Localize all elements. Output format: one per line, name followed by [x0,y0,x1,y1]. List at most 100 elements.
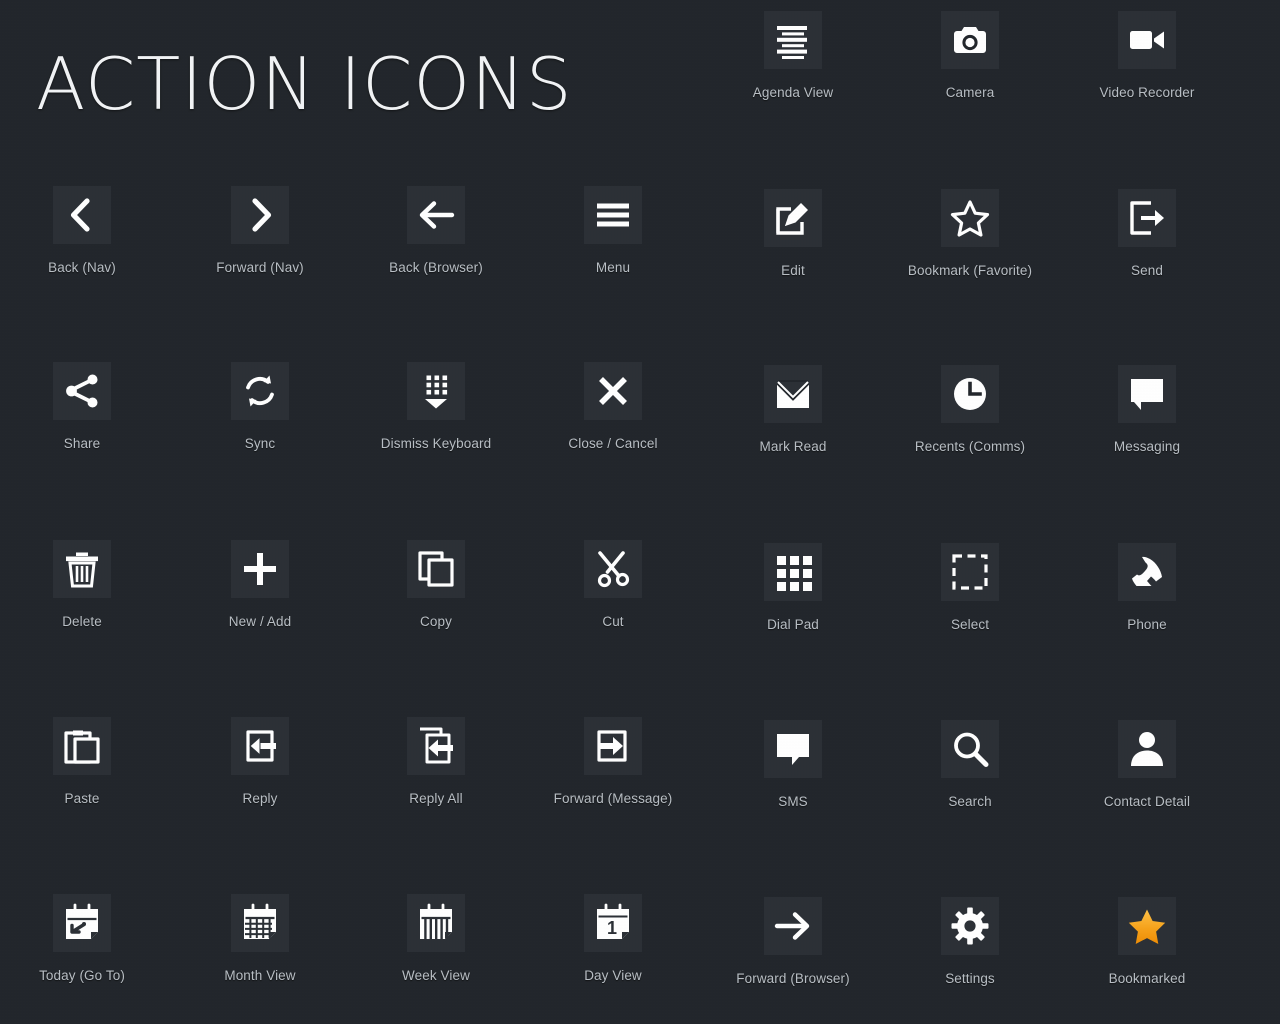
agenda-icon[interactable] [764,11,822,69]
icon-cell-menu[interactable]: Menu [538,186,688,275]
icon-cell-agenda-view[interactable]: Agenda View [718,11,868,100]
phone-icon[interactable] [1118,543,1176,601]
icon-label: SMS [778,794,808,809]
chat-left-icon[interactable] [764,720,822,778]
icon-cell-bookmark-favorite[interactable]: Bookmark (Favorite) [895,189,1045,278]
icon-cell-recents-comms[interactable]: Recents (Comms) [895,365,1045,454]
icon-cell-share[interactable]: Share [7,362,157,451]
video-icon[interactable] [1118,11,1176,69]
icon-cell-forward-message[interactable]: Forward (Message) [538,717,688,806]
icon-label: Bookmarked [1108,971,1186,986]
icon-label: Send [1131,263,1163,278]
icon-cell-messaging[interactable]: Messaging [1072,365,1222,454]
icon-label: Contact Detail [1103,794,1191,809]
icon-label: Reply [242,791,278,806]
icon-cell-back-nav[interactable]: Back (Nav) [7,186,157,275]
icon-cell-month-view[interactable]: Month View [185,894,335,983]
icon-cell-edit[interactable]: Edit [718,189,868,278]
copy-icon[interactable] [407,540,465,598]
icon-cell-select[interactable]: Select [895,543,1045,632]
icon-cell-contact-detail[interactable]: Contact Detail [1072,720,1222,809]
close-icon[interactable] [584,362,642,420]
reply-all-icon[interactable] [407,717,465,775]
share-icon[interactable] [53,362,111,420]
icon-label: Sync [244,436,276,451]
icon-cell-mark-read[interactable]: Mark Read [718,365,868,454]
star-filled-icon[interactable] [1118,897,1176,955]
icon-label: Edit [781,263,805,278]
icon-cell-reply[interactable]: Reply [185,717,335,806]
icon-label: Delete [62,614,102,629]
gear-icon[interactable] [941,897,999,955]
dialpad-icon[interactable] [764,543,822,601]
icon-label: Month View [224,968,296,983]
icon-cell-sync[interactable]: Sync [185,362,335,451]
icon-label: Back (Nav) [48,260,116,275]
icon-cell-delete[interactable]: Delete [7,540,157,629]
arrow-right-icon[interactable] [764,897,822,955]
icon-cell-reply-all[interactable]: Reply All [361,717,511,806]
icon-label: Bookmark (Favorite) [907,263,1033,278]
icon-cell-forward-nav[interactable]: Forward (Nav) [185,186,335,275]
chevron-right-icon[interactable] [231,186,289,244]
icon-cell-back-browser[interactable]: Back (Browser) [361,186,511,275]
plus-icon[interactable] [231,540,289,598]
icon-cell-new-add[interactable]: New / Add [185,540,335,629]
forward-msg-icon[interactable] [584,717,642,775]
icon-label: Copy [420,614,452,629]
select-icon[interactable] [941,543,999,601]
icon-cell-dismiss-keyboard[interactable]: Dismiss Keyboard [361,362,511,451]
icon-label: Dismiss Keyboard [380,436,492,451]
search-icon[interactable] [941,720,999,778]
icon-label: Paste [64,791,100,806]
star-outline-icon[interactable] [941,189,999,247]
icon-cell-cut[interactable]: Cut [538,540,688,629]
send-icon[interactable] [1118,189,1176,247]
icon-cell-video-recorder[interactable]: Video Recorder [1072,11,1222,100]
icon-label: Mark Read [759,439,827,454]
icon-label: Select [950,617,990,632]
edit-icon[interactable] [764,189,822,247]
icon-label: Agenda View [752,85,834,100]
dismiss-kbd-icon[interactable] [407,362,465,420]
icon-cell-search[interactable]: Search [895,720,1045,809]
icon-cell-today-go-to[interactable]: Today (Go To) [7,894,157,983]
icon-cell-send[interactable]: Send [1072,189,1222,278]
icon-cell-paste[interactable]: Paste [7,717,157,806]
icon-label: Forward (Message) [553,791,673,806]
sync-icon[interactable] [231,362,289,420]
icon-cell-copy[interactable]: Copy [361,540,511,629]
icon-cell-day-view[interactable]: 1 Day View [538,894,688,983]
clock-icon[interactable] [941,365,999,423]
icon-cell-camera[interactable]: Camera [895,11,1045,100]
arrow-left-icon[interactable] [407,186,465,244]
icon-cell-phone[interactable]: Phone [1072,543,1222,632]
cal-month-icon[interactable] [231,894,289,952]
reply-icon[interactable] [231,717,289,775]
scissors-icon[interactable] [584,540,642,598]
icon-cell-dial-pad[interactable]: Dial Pad [718,543,868,632]
icon-cell-sms[interactable]: SMS [718,720,868,809]
cal-day-icon[interactable]: 1 [584,894,642,952]
icon-cell-week-view[interactable]: Week View [361,894,511,983]
icon-cell-settings[interactable]: Settings [895,897,1045,986]
paste-icon[interactable] [53,717,111,775]
cal-week-icon[interactable] [407,894,465,952]
icon-label: Search [948,794,992,809]
camera-icon[interactable] [941,11,999,69]
icon-label: Messaging [1113,439,1181,454]
icon-label: Phone [1127,617,1167,632]
icon-label: Recents (Comms) [914,439,1026,454]
chat-right-icon[interactable] [1118,365,1176,423]
icon-cell-bookmarked[interactable]: Bookmarked [1072,897,1222,986]
person-icon[interactable] [1118,720,1176,778]
icon-cell-forward-browser[interactable]: Forward (Browser) [718,897,868,986]
envelope-open-icon[interactable] [764,365,822,423]
chevron-left-icon[interactable] [53,186,111,244]
icon-label: Dial Pad [767,617,819,632]
cal-today-icon[interactable] [53,894,111,952]
trash-icon[interactable] [53,540,111,598]
icon-label: New / Add [228,614,292,629]
menu-icon[interactable] [584,186,642,244]
icon-cell-close-cancel[interactable]: Close / Cancel [538,362,688,451]
